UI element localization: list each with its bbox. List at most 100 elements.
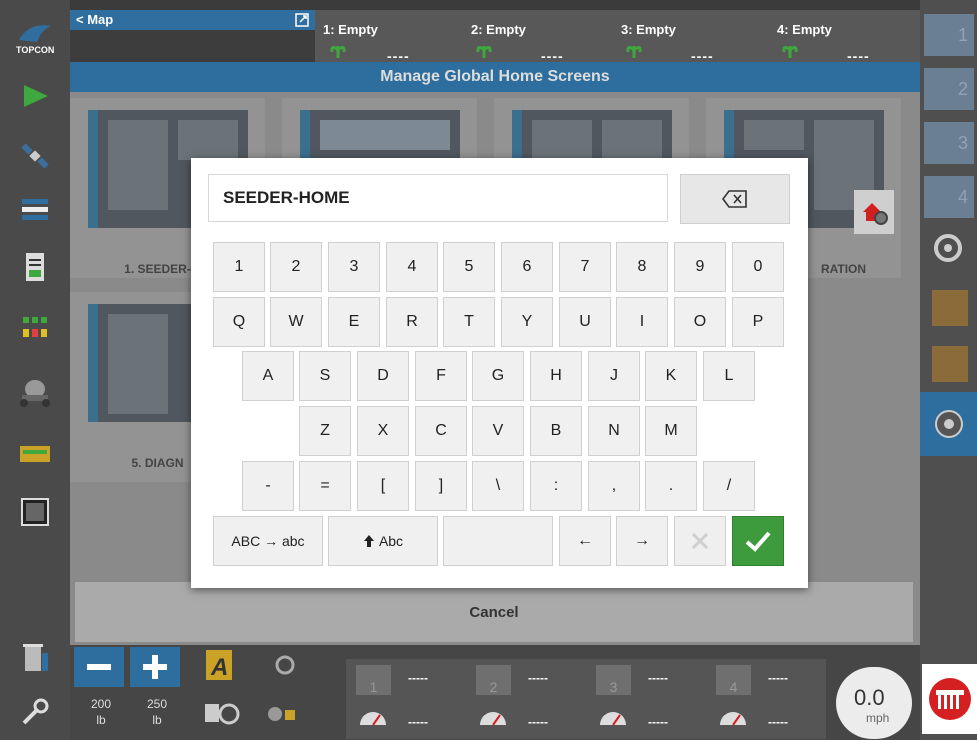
seeder-app-icon[interactable]	[922, 664, 977, 734]
section-slot[interactable]: 1	[356, 665, 391, 695]
shortcut-slot[interactable]: 2	[924, 68, 974, 110]
key[interactable]: B	[530, 406, 582, 456]
key[interactable]: 0	[732, 242, 784, 292]
key[interactable]: ]	[415, 461, 467, 511]
shortcut-slot[interactable]: 4	[924, 176, 974, 218]
cursor-right-key[interactable]: →	[616, 516, 668, 566]
key[interactable]: O	[674, 297, 726, 347]
key[interactable]: 5	[443, 242, 495, 292]
clear-button[interactable]	[674, 516, 726, 566]
key[interactable]: C	[415, 406, 467, 456]
top-slot[interactable]: 3: Empty ----	[615, 10, 765, 64]
key[interactable]: 6	[501, 242, 553, 292]
key[interactable]: D	[357, 351, 409, 401]
field-boundary-icon[interactable]	[932, 346, 968, 382]
svg-text:TOPCON: TOPCON	[16, 45, 54, 55]
key[interactable]: [	[357, 461, 409, 511]
key-label: 3	[349, 258, 359, 275]
key[interactable]: :	[530, 461, 582, 511]
key[interactable]: A	[242, 351, 294, 401]
lock-seeder-button[interactable]	[258, 693, 308, 733]
backspace-button[interactable]	[680, 174, 790, 224]
text-input-field[interactable]: SEEDER-HOME	[208, 174, 668, 222]
key[interactable]: S	[299, 351, 351, 401]
key[interactable]: T	[443, 297, 495, 347]
key[interactable]: Y	[501, 297, 553, 347]
key-label: 1	[234, 258, 244, 275]
key[interactable]: Z	[299, 406, 351, 456]
dialog-title-bar: Manage Global Home Screens	[70, 62, 920, 92]
guidance-lines-icon[interactable]	[10, 188, 60, 232]
map-tab-header[interactable]: < Map	[70, 10, 315, 30]
navigation-arrow-icon[interactable]	[10, 74, 60, 118]
space-key[interactable]	[443, 516, 553, 566]
sections-control-icon[interactable]	[10, 306, 60, 350]
key[interactable]: 1	[213, 242, 265, 292]
field-map-icon[interactable]	[932, 290, 968, 326]
top-slot[interactable]: 2: Empty ----	[465, 10, 615, 64]
key[interactable]: Q	[213, 297, 265, 347]
key[interactable]: 8	[616, 242, 668, 292]
key[interactable]: E	[328, 297, 380, 347]
key[interactable]: H	[530, 351, 582, 401]
rotate-button[interactable]	[260, 645, 310, 685]
key[interactable]: V	[472, 406, 524, 456]
map-tab-label[interactable]: < Map	[76, 12, 113, 27]
key[interactable]: 4	[386, 242, 438, 292]
key[interactable]: R	[386, 297, 438, 347]
auto-rate-button[interactable]: A	[194, 645, 244, 685]
section-value: -----	[648, 671, 668, 685]
case-toggle-key[interactable]: ABC → abc	[213, 516, 323, 566]
key[interactable]: I	[616, 297, 668, 347]
key[interactable]: K	[645, 351, 697, 401]
key-label: A	[262, 367, 274, 384]
key[interactable]: F	[415, 351, 467, 401]
expand-icon[interactable]	[295, 13, 309, 27]
decrease-rate-button[interactable]	[74, 647, 124, 687]
section-slot[interactable]: 2	[476, 665, 511, 695]
cursor-left-key[interactable]: ←	[559, 516, 611, 566]
key[interactable]: =	[299, 461, 351, 511]
home-settings-button[interactable]	[854, 190, 894, 234]
trash-icon[interactable]	[10, 636, 60, 680]
key[interactable]: -	[242, 461, 294, 511]
top-slot[interactable]: 1: Empty ----	[315, 10, 465, 64]
key[interactable]: M	[645, 406, 697, 456]
key[interactable]: \	[472, 461, 524, 511]
isobus-ecu-icon[interactable]	[10, 432, 60, 476]
key[interactable]: 7	[559, 242, 611, 292]
key[interactable]: .	[645, 461, 697, 511]
coverage-icon[interactable]	[920, 392, 977, 456]
seed-meter-button[interactable]	[196, 693, 246, 733]
top-slot[interactable]: 4: Empty ----	[765, 10, 920, 64]
key[interactable]: P	[732, 297, 784, 347]
key-label: 5	[464, 258, 474, 275]
key[interactable]: W	[270, 297, 322, 347]
key[interactable]: X	[357, 406, 409, 456]
key[interactable]: L	[703, 351, 755, 401]
shortcut-slot[interactable]: 3	[924, 122, 974, 164]
shift-key[interactable]: Abc	[328, 516, 438, 566]
key[interactable]: 2	[270, 242, 322, 292]
satellite-icon[interactable]	[10, 134, 60, 178]
section-slot[interactable]: 3	[596, 665, 631, 695]
key[interactable]: ,	[588, 461, 640, 511]
cancel-button[interactable]: Cancel	[75, 582, 913, 642]
key[interactable]: 3	[328, 242, 380, 292]
key[interactable]: U	[559, 297, 611, 347]
shortcut-slot[interactable]: 1	[924, 14, 974, 56]
camera-display-icon[interactable]	[10, 490, 60, 534]
key[interactable]: 9	[674, 242, 726, 292]
gauge-icon	[480, 712, 506, 726]
key[interactable]: G	[472, 351, 524, 401]
key[interactable]: J	[588, 351, 640, 401]
wrench-icon[interactable]	[10, 690, 60, 734]
key[interactable]: N	[588, 406, 640, 456]
increase-rate-button[interactable]	[130, 647, 180, 687]
steering-wheel-icon[interactable]	[930, 230, 970, 270]
job-document-icon[interactable]	[10, 246, 60, 290]
confirm-button[interactable]	[732, 516, 784, 566]
section-slot[interactable]: 4	[716, 665, 751, 695]
key[interactable]: /	[703, 461, 755, 511]
tractor-implement-icon[interactable]	[10, 370, 60, 414]
